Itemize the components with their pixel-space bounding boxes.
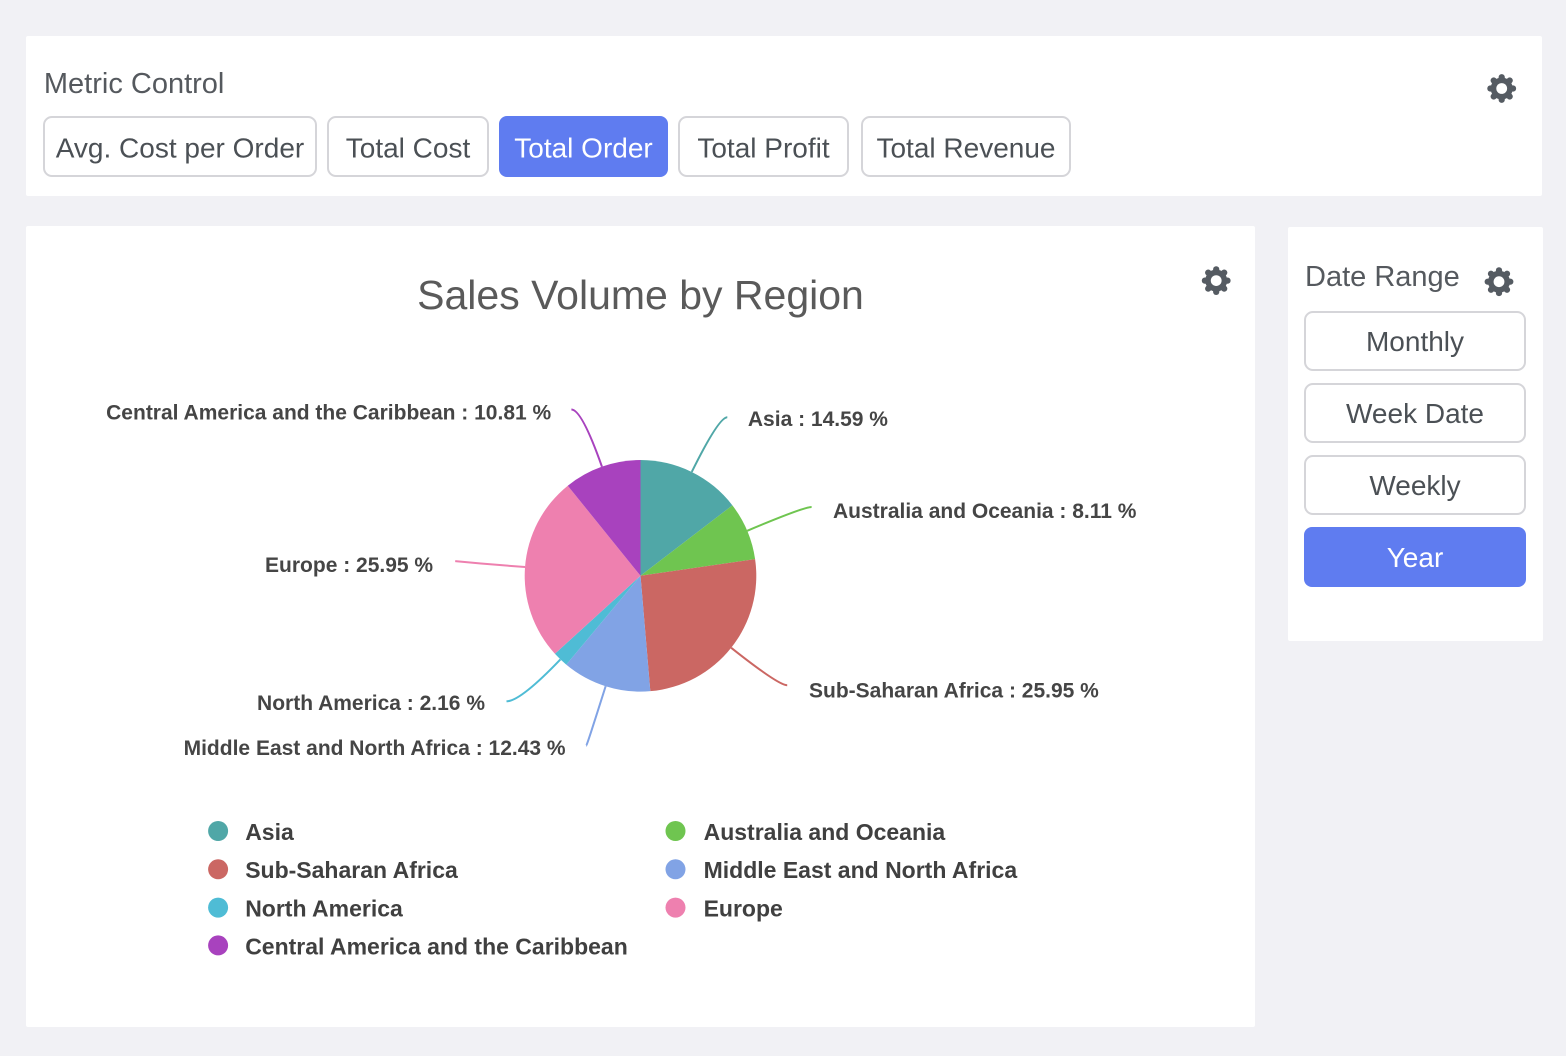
svg-text:Asia: Asia [245, 819, 294, 845]
svg-text:North America : 2.16 %: North America : 2.16 % [257, 692, 485, 715]
svg-text:Middle East and North Africa: Middle East and North Africa [704, 857, 1018, 883]
svg-text:Total Revenue: Total Revenue [876, 133, 1055, 164]
svg-text:Date Range: Date Range [1305, 261, 1460, 293]
svg-text:Metric Control: Metric Control [44, 68, 225, 100]
svg-text:Total Profit: Total Profit [697, 133, 829, 164]
svg-text:Monthly: Monthly [1366, 326, 1464, 357]
svg-text:Middle East and North Africa :: Middle East and North Africa : 12.43 % [184, 737, 566, 760]
svg-text:Total Cost: Total Cost [346, 133, 471, 164]
svg-text:Europe : 25.95 %: Europe : 25.95 % [265, 554, 433, 577]
svg-text:Weekly: Weekly [1369, 470, 1460, 501]
svg-text:Central America and the Caribb: Central America and the Caribbean : 10.8… [106, 402, 551, 425]
svg-text:Year: Year [1387, 542, 1444, 573]
svg-text:Asia : 14.59 %: Asia : 14.59 % [748, 408, 888, 431]
svg-text:Sub-Saharan Africa: Sub-Saharan Africa [245, 857, 458, 883]
svg-text:Week Date: Week Date [1346, 398, 1484, 429]
svg-text:Sales Volume by Region: Sales Volume by Region [417, 272, 864, 318]
svg-text:Total Order: Total Order [514, 133, 653, 164]
svg-text:Avg. Cost per Order: Avg. Cost per Order [56, 133, 304, 164]
svg-text:Central America and the Caribb: Central America and the Caribbean [245, 933, 628, 959]
svg-text:Australia and Oceania : 8.11 %: Australia and Oceania : 8.11 % [833, 500, 1137, 523]
svg-text:North America: North America [245, 896, 403, 922]
svg-text:Sub-Saharan Africa : 25.95 %: Sub-Saharan Africa : 25.95 % [809, 680, 1099, 703]
svg-text:Australia and Oceania: Australia and Oceania [704, 819, 946, 845]
svg-text:Europe: Europe [704, 896, 783, 922]
